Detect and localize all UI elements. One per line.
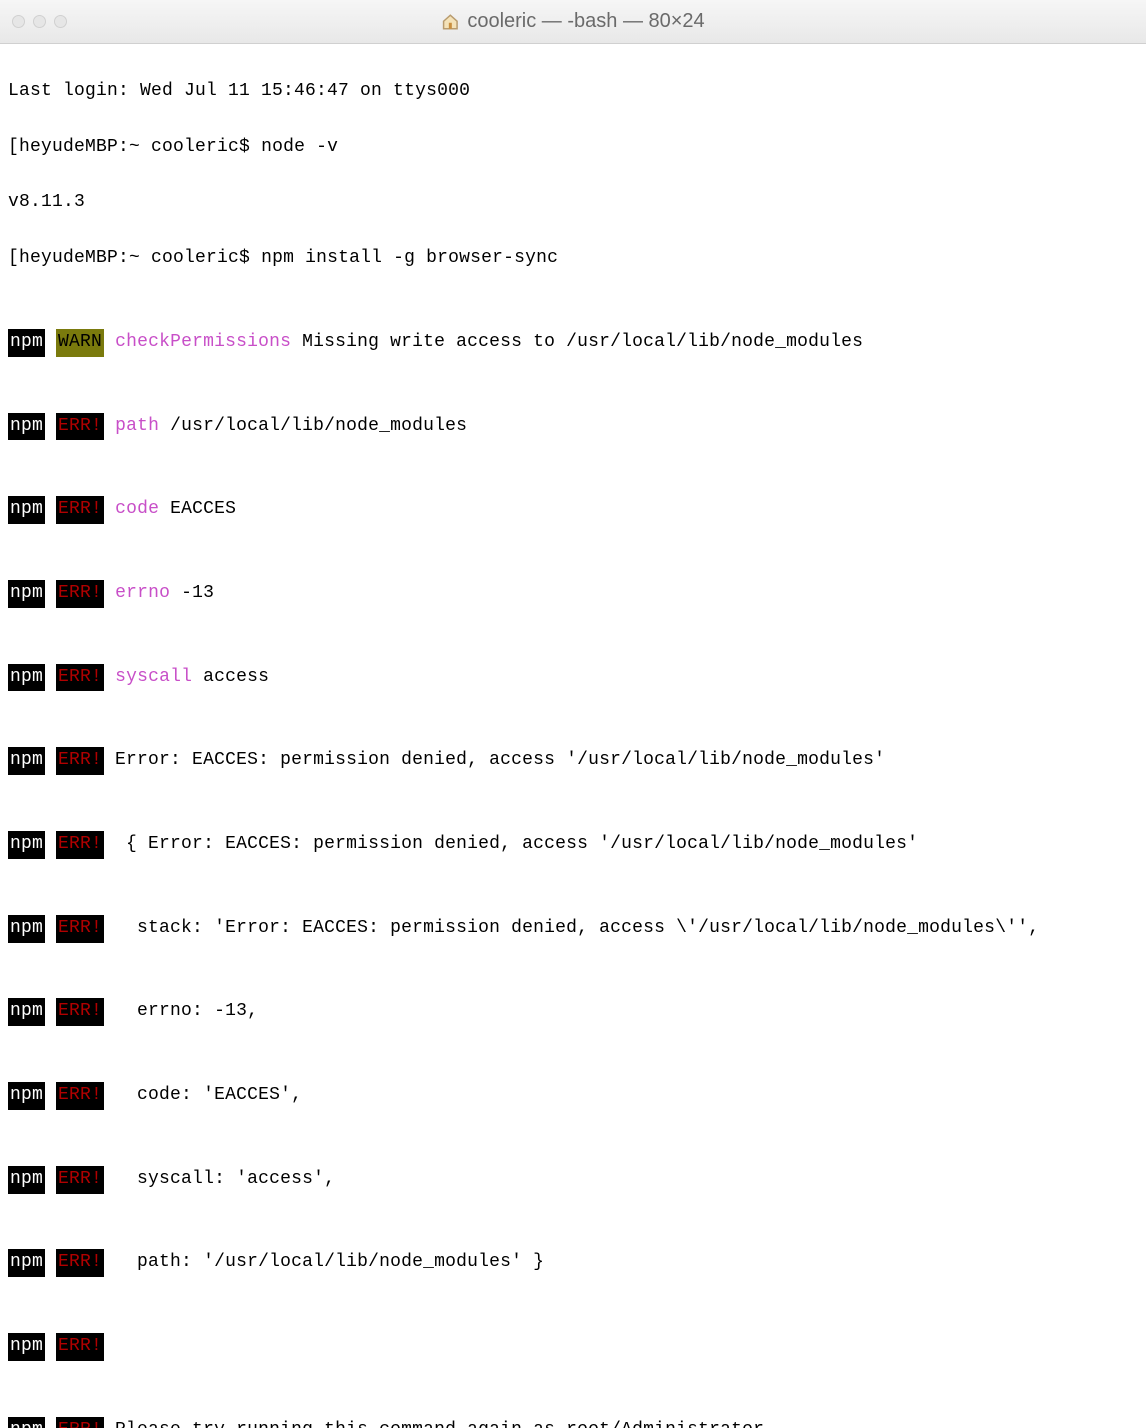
zoom-button[interactable] xyxy=(54,15,67,28)
npm-err-errno-obj: npm ERR! errno: -13, xyxy=(8,998,1138,1026)
minimize-button[interactable] xyxy=(33,15,46,28)
npm-err-code: npm ERR! code EACCES xyxy=(8,496,1138,524)
npm-err-msg1: npm ERR! Error: EACCES: permission denie… xyxy=(8,747,1138,775)
window-titlebar: cooleric — -bash — 80×24 xyxy=(0,0,1146,44)
window-title-text: cooleric — -bash — 80×24 xyxy=(467,10,704,33)
npm-err-blank: npm ERR! xyxy=(8,1333,1138,1361)
npm-err-msg2: npm ERR! { Error: EACCES: permission den… xyxy=(8,831,1138,859)
window-title: cooleric — -bash — 80×24 xyxy=(441,10,704,33)
npm-err-errno: npm ERR! errno -13 xyxy=(8,580,1138,608)
last-login-line: Last login: Wed Jul 11 15:46:47 on ttys0… xyxy=(8,78,1138,106)
npm-warn-line: npm WARN checkPermissions Missing write … xyxy=(8,329,1138,357)
node-version: v8.11.3 xyxy=(8,189,1138,217)
close-button[interactable] xyxy=(12,15,25,28)
prompt-line-1: [heyudeMBP:~ cooleric$ node -v xyxy=(8,134,1138,162)
traffic-lights xyxy=(12,15,67,28)
err-badge: ERR! xyxy=(58,416,102,436)
npm-err-admin: npm ERR! Please try running this command… xyxy=(8,1417,1138,1428)
warn-badge: WARN xyxy=(56,329,104,357)
prompt-line-2: [heyudeMBP:~ cooleric$ npm install -g br… xyxy=(8,245,1138,273)
npm-err-path: npm ERR! path /usr/local/lib/node_module… xyxy=(8,413,1138,441)
warn-key: checkPermissions xyxy=(115,332,291,352)
npm-err-stack: npm ERR! stack: 'Error: EACCES: permissi… xyxy=(8,915,1138,943)
terminal-output[interactable]: Last login: Wed Jul 11 15:46:47 on ttys0… xyxy=(0,44,1146,1428)
npm-badge: npm xyxy=(8,329,45,357)
npm-err-syscall-obj: npm ERR! syscall: 'access', xyxy=(8,1166,1138,1194)
npm-err-path-obj: npm ERR! path: '/usr/local/lib/node_modu… xyxy=(8,1249,1138,1277)
npm-err-code-obj: npm ERR! code: 'EACCES', xyxy=(8,1082,1138,1110)
npm-err-syscall: npm ERR! syscall access xyxy=(8,664,1138,692)
home-icon xyxy=(441,13,459,31)
